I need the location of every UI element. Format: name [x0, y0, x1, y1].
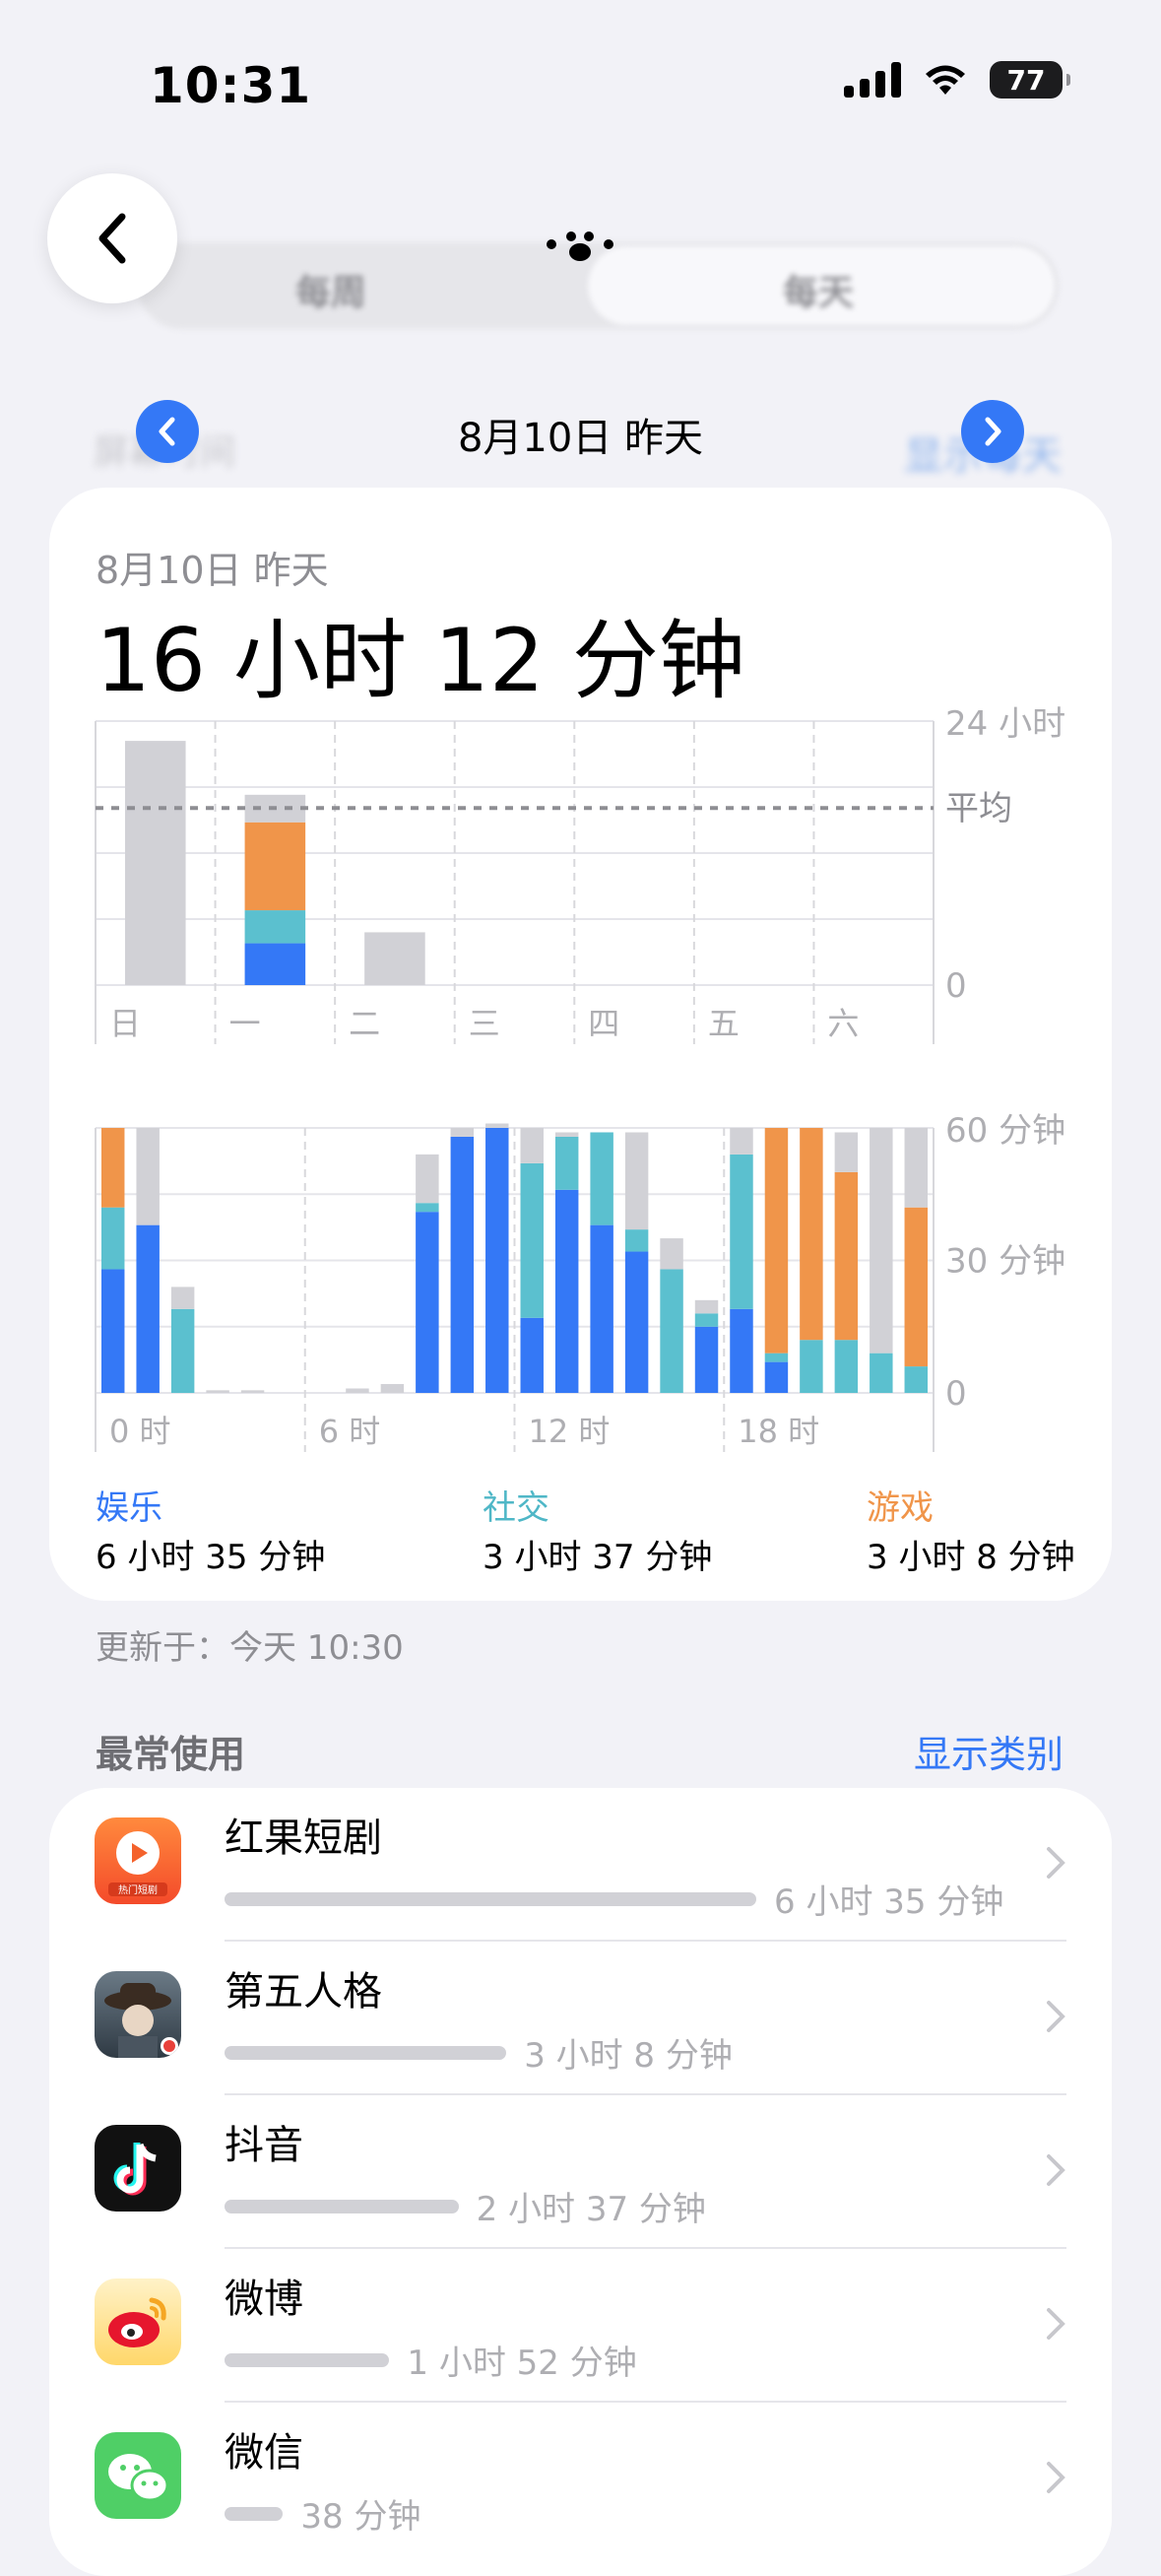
show-categories-link[interactable]: 显示类别 [914, 1724, 1064, 1778]
hourly-bar-segment [520, 1317, 544, 1393]
hourly-bar-segment [101, 1207, 125, 1270]
chevron-right-icon [1047, 2308, 1065, 2340]
identity-v-app-icon [95, 1971, 181, 2058]
hourly-bar-segment [834, 1171, 859, 1341]
hourly-bar-segment [520, 1162, 544, 1318]
hourly-y-tick-label: 60 分钟 [945, 1111, 1065, 1151]
hourly-bar-segment [416, 1154, 439, 1204]
hourly-bar-segment [764, 1128, 789, 1354]
app-row-hongguo[interactable]: 热门短剧 红果短剧 6 小时 35 分钟 [49, 1788, 1112, 1942]
hourly-bar-segment [101, 1269, 125, 1393]
hourly-bar-segment [660, 1269, 683, 1393]
app-icon-caption: 热门短剧 [118, 1883, 158, 1896]
hourly-bar-segment [170, 1308, 195, 1393]
category-games-label: 游戏 [867, 1488, 934, 1528]
hourly-bar-segment [346, 1388, 369, 1393]
hourly-bar-segment [800, 1340, 823, 1393]
hourly-bar-segment [730, 1308, 753, 1393]
hourly-bar-segment [240, 1390, 265, 1393]
app-duration: 1 小时 52 分钟 [407, 2344, 637, 2383]
app-duration: 6 小时 35 分钟 [774, 1882, 1004, 1922]
category-social-value: 3 小时 37 分钟 [483, 1538, 713, 1577]
category-entertainment-value: 6 小时 35 分钟 [96, 1538, 326, 1577]
hourly-bar-segment [450, 1128, 475, 1137]
hourly-bar-segment [624, 1132, 649, 1230]
updated-time: 更新于：今天 10:30 [96, 1628, 404, 1668]
hourly-bar-segment [870, 1353, 893, 1393]
hourly-bar-segment [485, 1128, 509, 1393]
hourly-bar-segment [624, 1229, 649, 1252]
hourly-bar-segment [904, 1207, 928, 1367]
category-entertainment-label: 娱乐 [96, 1488, 162, 1528]
category-social-label: 社交 [483, 1488, 549, 1528]
app-row-weibo[interactable]: 微博 1 小时 52 分钟 [49, 2249, 1112, 2403]
hourly-bar-segment [590, 1132, 613, 1225]
hourly-bar-segment [170, 1287, 195, 1309]
app-name: 微信 [225, 2430, 303, 2476]
hourly-bar-segment [904, 1128, 928, 1208]
hourly-bar-segment [730, 1154, 753, 1309]
hourly-bar-segment [554, 1132, 579, 1137]
hourly-bar-segment [694, 1326, 719, 1393]
chevron-right-icon [1047, 2154, 1065, 2186]
app-name: 第五人格 [225, 1969, 382, 2015]
hourly-x-tick-label: 6 时 [319, 1413, 381, 1450]
chevron-right-icon [1047, 2001, 1065, 2032]
app-name: 微博 [225, 2277, 303, 2322]
usage-bar [225, 2046, 507, 2060]
hourly-bar-segment [101, 1128, 125, 1208]
hourly-bar-segment [764, 1353, 789, 1362]
most-used-title: 最常使用 [96, 1733, 246, 1776]
app-name: 抖音 [225, 2123, 303, 2168]
hourly-bar-segment [450, 1136, 475, 1393]
hourly-bar-segment [904, 1366, 928, 1393]
hourly-bar-segment [520, 1128, 544, 1163]
hourly-bar-segment [554, 1136, 579, 1190]
hourly-x-tick-label: 18 时 [738, 1413, 819, 1450]
chevron-right-icon [1047, 2462, 1065, 2493]
hourly-bar-segment [136, 1224, 160, 1393]
chevron-right-icon [1047, 1847, 1065, 1879]
app-duration: 2 小时 37 分钟 [476, 2190, 706, 2229]
category-games-value: 3 小时 8 分钟 [867, 1538, 1075, 1577]
hourly-bar-segment [834, 1340, 859, 1393]
douyin-app-icon [95, 2125, 181, 2212]
hourly-bar-segment [870, 1128, 893, 1354]
hourly-bar-segment [834, 1132, 859, 1172]
app-duration: 38 分钟 [300, 2497, 421, 2537]
hourly-bar-segment [416, 1203, 439, 1213]
hourly-bar-segment [800, 1128, 823, 1341]
hourly-bar-segment [416, 1212, 439, 1393]
hourly-x-tick-label: 12 时 [529, 1413, 611, 1450]
hongguo-app-icon: 热门短剧 [95, 1817, 181, 1904]
hourly-bar-segment [380, 1384, 405, 1393]
hourly-bar-segment [730, 1128, 753, 1155]
hourly-usage-chart[interactable]: 0 时 6 时 12 时 18 时 60 分钟 30 分钟 0 [0, 0, 1161, 1478]
usage-bar [225, 2353, 390, 2367]
app-row-identity-v[interactable]: 第五人格 3 小时 8 分钟 [49, 1942, 1112, 2095]
app-name: 红果短剧 [225, 1816, 382, 1861]
hourly-bar-segment [694, 1299, 719, 1314]
usage-bar [225, 2507, 284, 2521]
hourly-bar-segment [624, 1251, 649, 1393]
usage-bar [225, 1892, 756, 1906]
hourly-bar-segment [660, 1238, 683, 1270]
app-row-wechat[interactable]: 微信 38 分钟 [49, 2403, 1112, 2556]
hourly-x-tick-label: 0 时 [109, 1413, 171, 1450]
hourly-y-tick-label: 0 [945, 1374, 967, 1414]
hourly-bar-segment [485, 1123, 509, 1128]
app-row-douyin[interactable]: 抖音 2 小时 37 分钟 [49, 2095, 1112, 2249]
hourly-bar-segment [590, 1224, 613, 1393]
usage-bar [225, 2200, 459, 2213]
weibo-app-icon [95, 2279, 181, 2365]
hourly-bar-segment [136, 1128, 160, 1225]
hourly-bar-segment [554, 1189, 579, 1393]
app-duration: 3 小时 8 分钟 [524, 2036, 733, 2076]
hourly-bar-segment [694, 1313, 719, 1327]
hourly-bar-segment [206, 1390, 229, 1393]
wechat-app-icon [95, 2432, 181, 2519]
hourly-bar-segment [764, 1361, 789, 1393]
hourly-y-tick-label: 30 分钟 [945, 1242, 1065, 1282]
